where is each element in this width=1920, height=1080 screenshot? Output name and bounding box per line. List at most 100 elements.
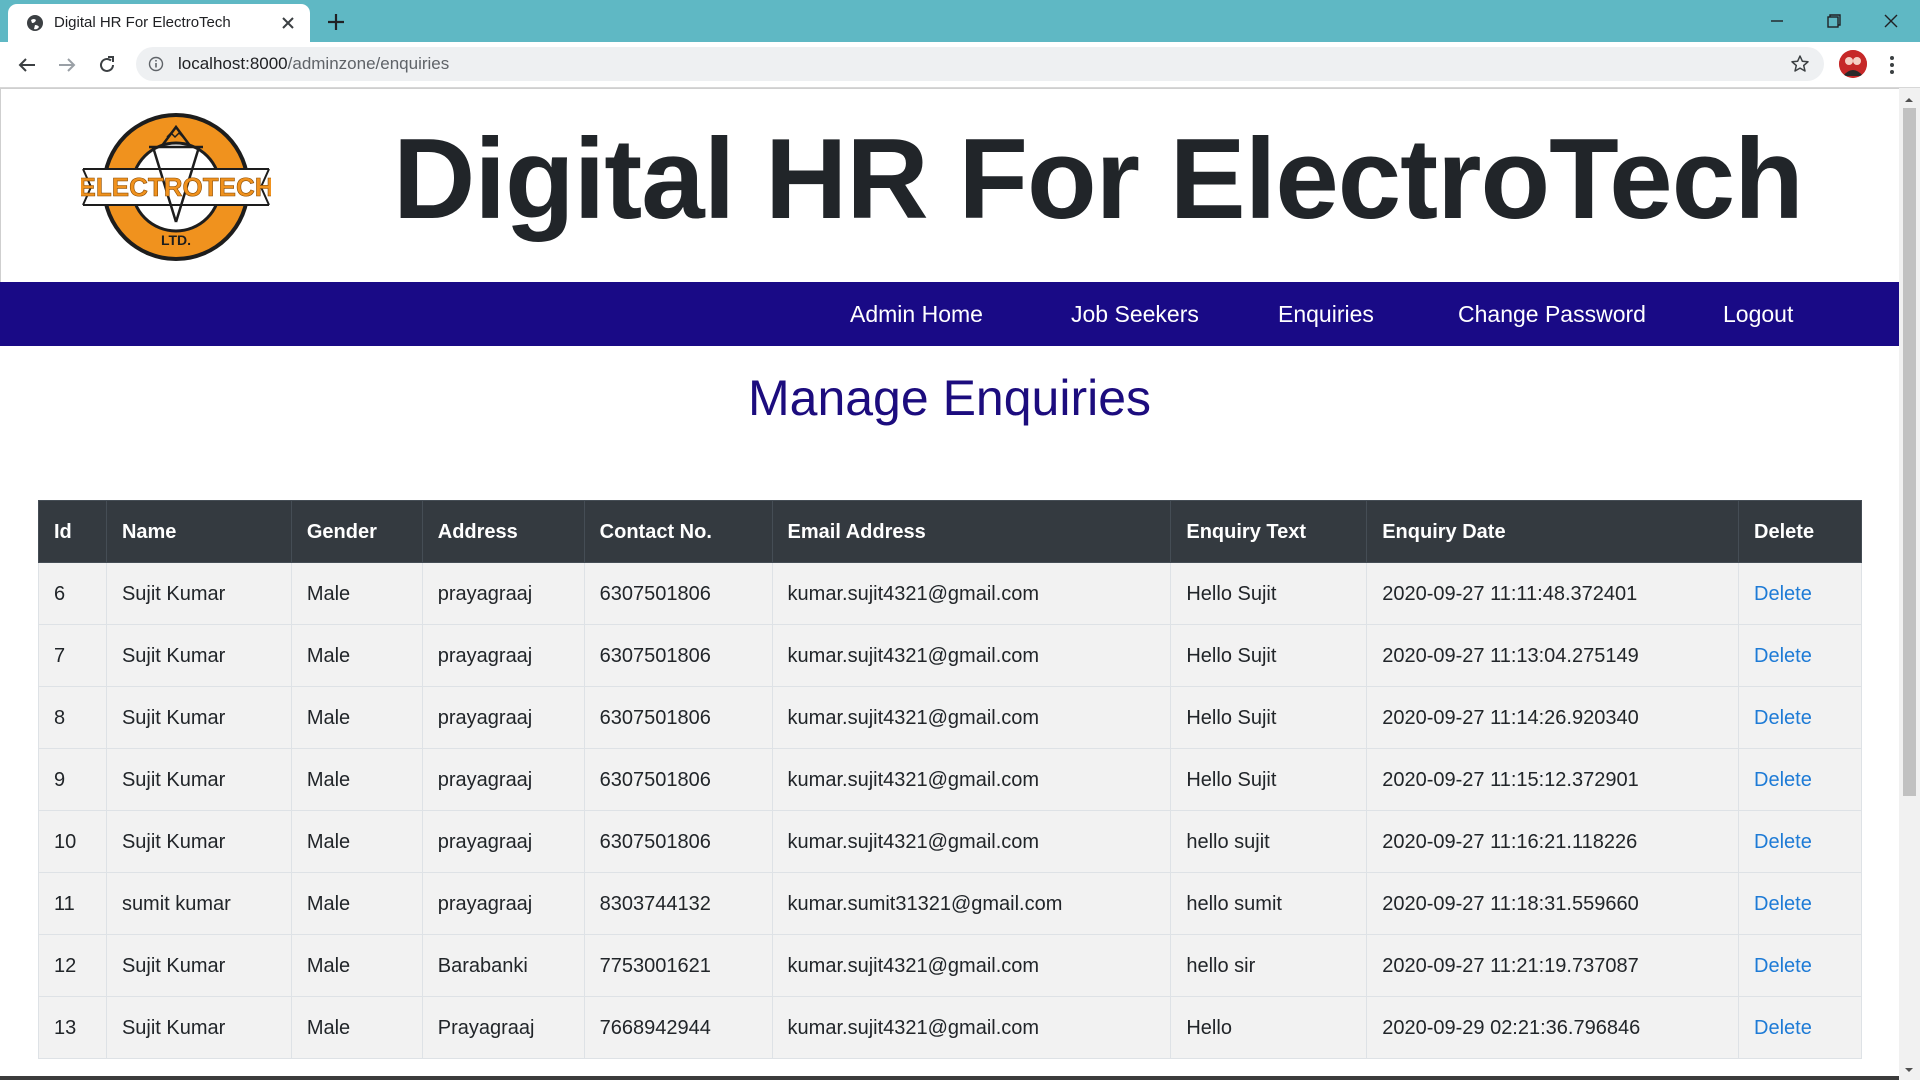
cell-email: kumar.sumit31321@gmail.com — [771, 872, 1172, 935]
forward-arrow-icon[interactable] — [55, 53, 79, 77]
cell-enquiry-date: 2020-09-27 11:18:31.559660 — [1366, 872, 1740, 935]
cell-id: 6 — [38, 562, 107, 625]
delete-link[interactable]: Delete — [1754, 645, 1812, 667]
cell-email: kumar.sujit4321@gmail.com — [771, 748, 1172, 811]
cell-name: Sujit Kumar — [105, 562, 292, 625]
cell-gender: Male — [290, 748, 423, 811]
restore-icon[interactable] — [1821, 8, 1847, 34]
nav-admin-home[interactable]: Admin Home — [850, 300, 983, 328]
table-row: 10 Sujit Kumar Male prayagraaj 6307501806 kum… — [38, 810, 1862, 873]
close-window-icon[interactable] — [1878, 8, 1904, 34]
nav-logout[interactable]: Logout — [1723, 300, 1793, 328]
new-tab-plus-icon[interactable] — [324, 10, 348, 34]
cell-enquiry-date: 2020-09-27 11:11:48.372401 — [1366, 562, 1740, 625]
cell-delete: Delete — [1738, 872, 1862, 935]
cell-id: 11 — [38, 872, 107, 935]
cell-delete: Delete — [1738, 562, 1862, 625]
bookmark-star-icon[interactable] — [1790, 54, 1810, 74]
cell-delete: Delete — [1738, 686, 1862, 749]
cell-enquiry-text: hello sujit — [1170, 810, 1368, 873]
delete-link[interactable]: Delete — [1754, 831, 1812, 853]
tab-title: Digital HR For ElectroTech — [54, 14, 231, 31]
nav-job-seekers[interactable]: Job Seekers — [1071, 300, 1199, 328]
table-row: 8 Sujit Kumar Male prayagraaj 6307501806 kuma… — [38, 686, 1862, 749]
cell-name: Sujit Kumar — [105, 996, 292, 1059]
delete-link[interactable]: Delete — [1754, 893, 1812, 915]
cell-name: Sujit Kumar — [105, 748, 292, 811]
table-row: 12 Sujit Kumar Male Barabanki 7753001621 kuma… — [38, 934, 1862, 997]
cell-enquiry-date: 2020-09-29 02:21:36.796846 — [1366, 996, 1740, 1059]
cell-gender: Male — [290, 934, 423, 997]
cell-delete: Delete — [1738, 810, 1862, 873]
table-row: 6 Sujit Kumar Male prayagraaj 6307501806 kuma… — [38, 562, 1862, 625]
cell-enquiry-text: Hello Sujit — [1170, 624, 1368, 687]
reload-icon[interactable] — [95, 53, 119, 77]
col-header-address: Address — [421, 500, 585, 563]
delete-link[interactable]: Delete — [1754, 707, 1812, 729]
cell-email: kumar.sujit4321@gmail.com — [771, 996, 1172, 1059]
cell-contact: 6307501806 — [583, 562, 773, 625]
main-navbar: Admin Home Job Seekers Enquiries Change … — [0, 282, 1899, 346]
cell-address: prayagraaj — [421, 872, 585, 935]
url-text[interactable]: localhost:8000/adminzone/enquiries — [178, 55, 449, 73]
cell-gender: Male — [290, 562, 423, 625]
browser-tab[interactable]: Digital HR For ElectroTech — [8, 4, 310, 42]
nav-change-password[interactable]: Change Password — [1458, 300, 1646, 328]
browser-toolbar: localhost:8000/adminzone/enquiries — [0, 42, 1920, 88]
col-header-enquiry-date: Enquiry Date — [1366, 500, 1740, 563]
tab-close-icon[interactable] — [280, 15, 296, 31]
cell-enquiry-date: 2020-09-27 11:15:12.372901 — [1366, 748, 1740, 811]
cell-gender: Male — [290, 872, 423, 935]
minimize-icon[interactable] — [1764, 8, 1790, 34]
cell-name: Sujit Kumar — [105, 624, 292, 687]
scroll-up-arrow-icon[interactable] — [1904, 92, 1914, 102]
address-bar[interactable]: localhost:8000/adminzone/enquiries — [136, 47, 1824, 81]
cell-address: prayagraaj — [421, 748, 585, 811]
electrotech-logo[interactable]: ELECTROTECH LTD. — [78, 107, 274, 267]
nav-enquiries[interactable]: Enquiries — [1278, 300, 1374, 328]
cell-id: 9 — [38, 748, 107, 811]
info-icon[interactable] — [148, 56, 164, 72]
cell-address: prayagraaj — [421, 810, 585, 873]
page-scrollbar[interactable] — [1899, 88, 1920, 1080]
col-header-enquiry-text: Enquiry Text — [1170, 500, 1368, 563]
cell-contact: 6307501806 — [583, 624, 773, 687]
page-viewport: ELECTROTECH LTD. Digital HR For ElectroT… — [0, 88, 1920, 1080]
globe-favicon-icon — [26, 14, 44, 32]
delete-link[interactable]: Delete — [1754, 769, 1812, 791]
back-arrow-icon[interactable] — [15, 53, 39, 77]
page-heading: Manage Enquiries — [747, 370, 1152, 426]
cell-contact: 7753001621 — [583, 934, 773, 997]
cell-enquiry-date: 2020-09-27 11:13:04.275149 — [1366, 624, 1740, 687]
col-header-name: Name — [105, 500, 292, 563]
cell-contact: 8303744132 — [583, 872, 773, 935]
cell-address: Barabanki — [421, 934, 585, 997]
cell-email: kumar.sujit4321@gmail.com — [771, 686, 1172, 749]
logo-subtext: LTD. — [161, 232, 191, 248]
url-host: localhost:8000 — [178, 54, 288, 73]
cell-id: 7 — [38, 624, 107, 687]
col-header-email: Email Address — [771, 500, 1172, 563]
scroll-down-arrow-icon[interactable] — [1904, 1062, 1914, 1072]
cell-address: prayagraaj — [421, 686, 585, 749]
cell-email: kumar.sujit4321@gmail.com — [771, 624, 1172, 687]
cell-enquiry-text: Hello — [1170, 996, 1368, 1059]
url-path: /adminzone/enquiries — [287, 54, 450, 73]
cell-delete: Delete — [1738, 934, 1862, 997]
enquiries-table: Id Name Gender Address Contact No. Email… — [38, 500, 1862, 1059]
cell-enquiry-date: 2020-09-27 11:16:21.118226 — [1366, 810, 1740, 873]
delete-link[interactable]: Delete — [1754, 583, 1812, 605]
cell-id: 13 — [38, 996, 107, 1059]
cell-contact: 6307501806 — [583, 748, 773, 811]
cell-contact: 6307501806 — [583, 686, 773, 749]
more-menu-icon[interactable] — [1885, 53, 1899, 77]
logo-text: ELECTROTECH — [81, 172, 271, 202]
table-body: 6 Sujit Kumar Male prayagraaj 6307501806 kuma… — [38, 562, 1862, 1059]
delete-link[interactable]: Delete — [1754, 955, 1812, 977]
scrollbar-thumb[interactable] — [1903, 108, 1916, 796]
site-title: Digital HR For ElectroTech — [393, 116, 1804, 243]
cell-id: 8 — [38, 686, 107, 749]
delete-link[interactable]: Delete — [1754, 1017, 1812, 1039]
profile-avatar[interactable] — [1839, 50, 1867, 78]
table-row: 7 Sujit Kumar Male prayagraaj 6307501806 kuma… — [38, 624, 1862, 687]
